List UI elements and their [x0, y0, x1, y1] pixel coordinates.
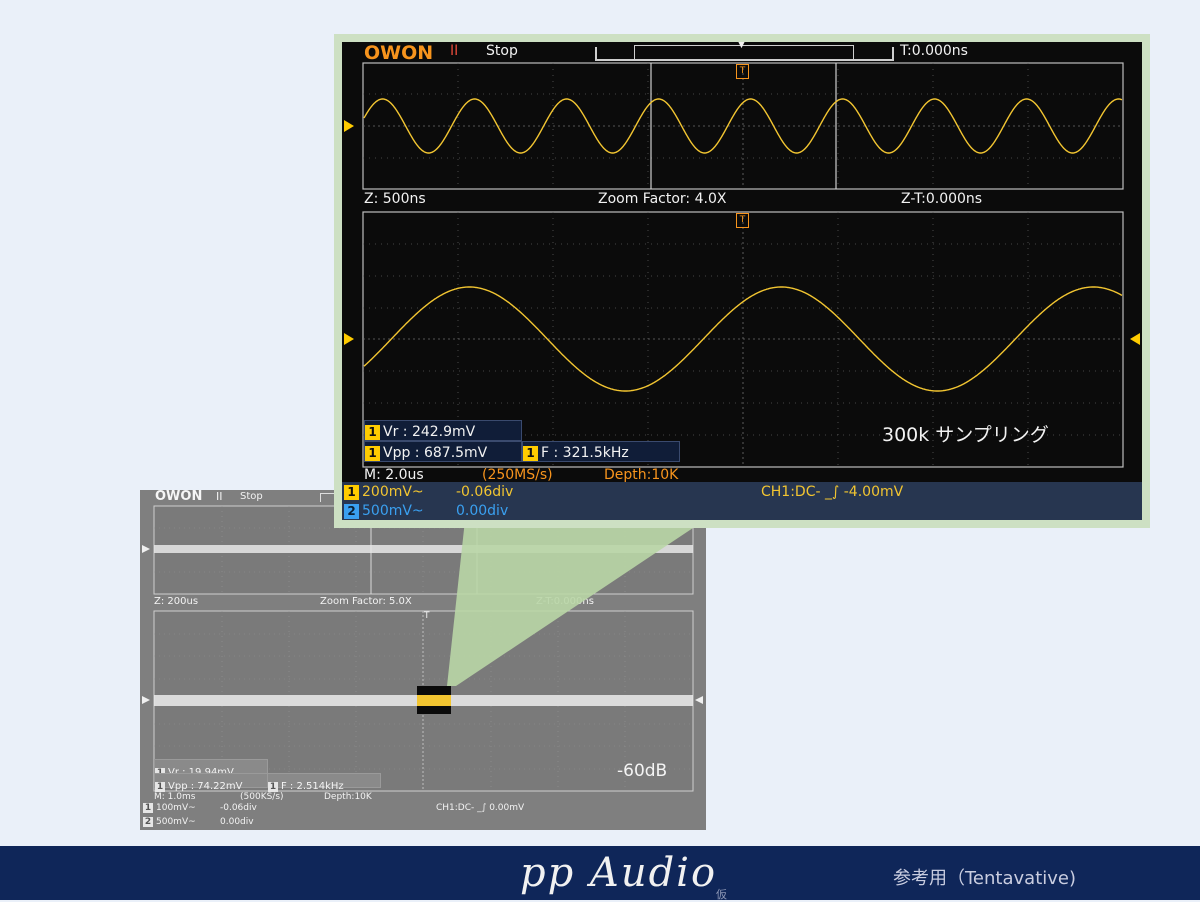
trigger-settings: CH1:DC- _∫ -4.00mV: [761, 484, 904, 500]
rising-edge-icon: _∫: [474, 803, 490, 813]
main-timebase: M: 1.0ms: [154, 792, 196, 802]
ch1-offset: -0.06div: [220, 803, 257, 813]
zoom-trigger-time: Z-T:0.000ns: [536, 596, 594, 607]
rising-edge-icon: _∫: [820, 484, 844, 500]
small-oscilloscope-screenshot: OWON II Stop T Z: 200us Zoom Factor: 5.0…: [140, 489, 706, 830]
measurement-vr: 1Vr : 19.94mV: [154, 759, 268, 778]
zoom-factor: Zoom Factor: 4.0X: [598, 191, 727, 207]
tentative-note: 参考用（Tentavative): [893, 868, 1076, 889]
measurement-vr: 1 Vr : 242.9mV: [364, 420, 522, 441]
ch2-offset: 0.00div: [456, 503, 509, 519]
zoom-timebase: Z: 500ns: [364, 191, 426, 207]
zoomed-oscilloscope-frame: OWON II Stop ▼ T:0.000ns T T Z: 500ns Zo…: [334, 34, 1150, 528]
zoomed-scope-graticule: [344, 62, 1140, 468]
ch2-settings: 2 500mV~: [143, 817, 196, 827]
measurement-frequency: 1F : 321.5kHz: [522, 441, 680, 462]
sampling-label: 300k サンプリング: [882, 424, 1049, 446]
trigger-position-marker: T: [736, 64, 749, 79]
trigger-settings: CH1:DC- _∫ 0.00mV: [436, 803, 525, 813]
zoomed-oscilloscope-screenshot: OWON II Stop ▼ T:0.000ns T T Z: 500ns Zo…: [342, 42, 1142, 520]
ch1-offset: -0.06div: [456, 484, 514, 500]
main-timebase: M: 2.0us: [364, 467, 424, 483]
trigger-position-marker: T: [424, 611, 430, 621]
zoom-trigger-time: Z-T:0.000ns: [901, 191, 983, 207]
sample-rate: (500KS/s): [240, 792, 284, 802]
sample-rate: (250MS/s): [482, 467, 553, 483]
measurement-vpp: 1 Vpp : 687.5mV: [364, 441, 522, 462]
zoom-timebase: Z: 200us: [154, 596, 199, 607]
measurement-frequency: 1F : 2.514kHz: [267, 773, 381, 792]
zoom-trigger-position-marker: T: [736, 213, 749, 228]
memory-depth: Depth:10K: [604, 467, 679, 483]
memory-depth: Depth:10K: [324, 792, 372, 802]
ch2-offset: 0.00div: [220, 817, 254, 827]
attenuation-label: -60dB: [617, 761, 668, 781]
channel-status-bar: 1 200mV~ -0.06div 2 500mV~ 0.00div CH1:DC-…: [342, 482, 1142, 520]
ch1-settings: 1 100mV~: [143, 803, 196, 813]
ch1-settings: 1 200mV~: [344, 484, 424, 500]
ch2-settings: 2 500mV~: [344, 503, 424, 519]
zoom-factor: Zoom Factor: 5.0X: [320, 596, 412, 607]
brand-title: pp Audio: [520, 850, 718, 896]
measurement-vpp: 1 Vpp : 74.22mV: [154, 773, 268, 792]
